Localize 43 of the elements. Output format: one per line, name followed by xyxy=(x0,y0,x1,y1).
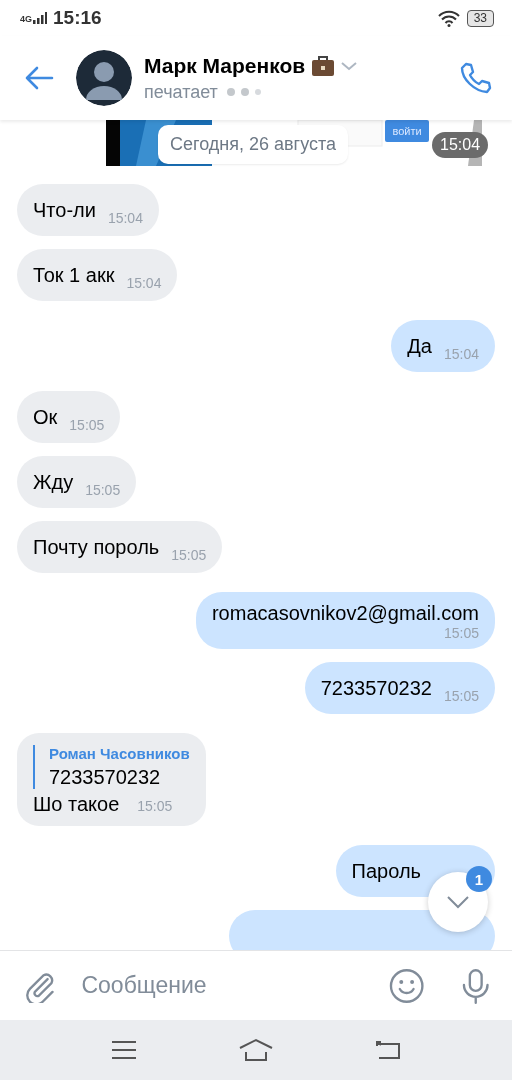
message-text: Да xyxy=(407,334,432,358)
message-text: 7233570232 xyxy=(320,676,432,700)
message-time: 15:04 xyxy=(107,210,143,226)
quote-text: 7233570232 xyxy=(49,766,162,789)
message-time: 15:05 xyxy=(443,625,479,641)
back-arrow-icon[interactable] xyxy=(24,66,54,90)
message-text: romacasovnikov2@gmail.com xyxy=(211,602,479,625)
message-time: 15:05 xyxy=(85,482,121,498)
date-label: Сегодня, 26 августа xyxy=(158,125,348,164)
message-text: Ток 1 акк xyxy=(33,263,115,287)
message-text: Что-ли xyxy=(33,198,96,222)
status-time: 15:16 xyxy=(53,7,102,29)
phone-icon[interactable] xyxy=(458,61,492,95)
message-text: Шо такое xyxy=(33,793,120,816)
attachment-time: 15:04 xyxy=(432,132,489,158)
signal-icon xyxy=(33,12,47,24)
message-time: 15:05 xyxy=(443,688,479,704)
briefcase-icon xyxy=(311,54,336,77)
wifi-icon xyxy=(436,9,461,27)
home-icon[interactable] xyxy=(238,1038,274,1062)
network-label: 4G xyxy=(20,15,32,24)
microphone-icon[interactable] xyxy=(460,967,490,1004)
contact-name[interactable]: Марк Маренков xyxy=(144,53,306,78)
reply-quote[interactable]: Роман Часовников 7233570232 xyxy=(33,745,190,789)
typing-status: печатает xyxy=(144,81,218,103)
message-time: 15:05 xyxy=(171,547,207,563)
avatar[interactable] xyxy=(76,50,132,106)
back-icon[interactable] xyxy=(375,1039,402,1061)
menu-icon[interactable] xyxy=(110,1040,137,1060)
message-time: 15:04 xyxy=(126,275,162,291)
message-text: Пароль xyxy=(351,859,421,883)
message-time: 15:05 xyxy=(69,417,105,433)
smiley-icon[interactable] xyxy=(389,967,425,1004)
battery-indicator: 33 xyxy=(466,9,494,27)
message-text: Ок xyxy=(33,405,58,429)
message-time: 15:05 xyxy=(137,798,173,814)
message-text: Жду xyxy=(33,470,74,494)
chevron-down-icon[interactable] xyxy=(341,60,358,71)
message-input[interactable]: Сообщение xyxy=(79,971,380,1000)
quote-author: Роман Часовников xyxy=(49,745,190,762)
message-text: Почту пороль xyxy=(33,535,160,559)
message-time: 15:04 xyxy=(443,346,479,362)
chevron-down-icon[interactable] xyxy=(446,895,470,909)
